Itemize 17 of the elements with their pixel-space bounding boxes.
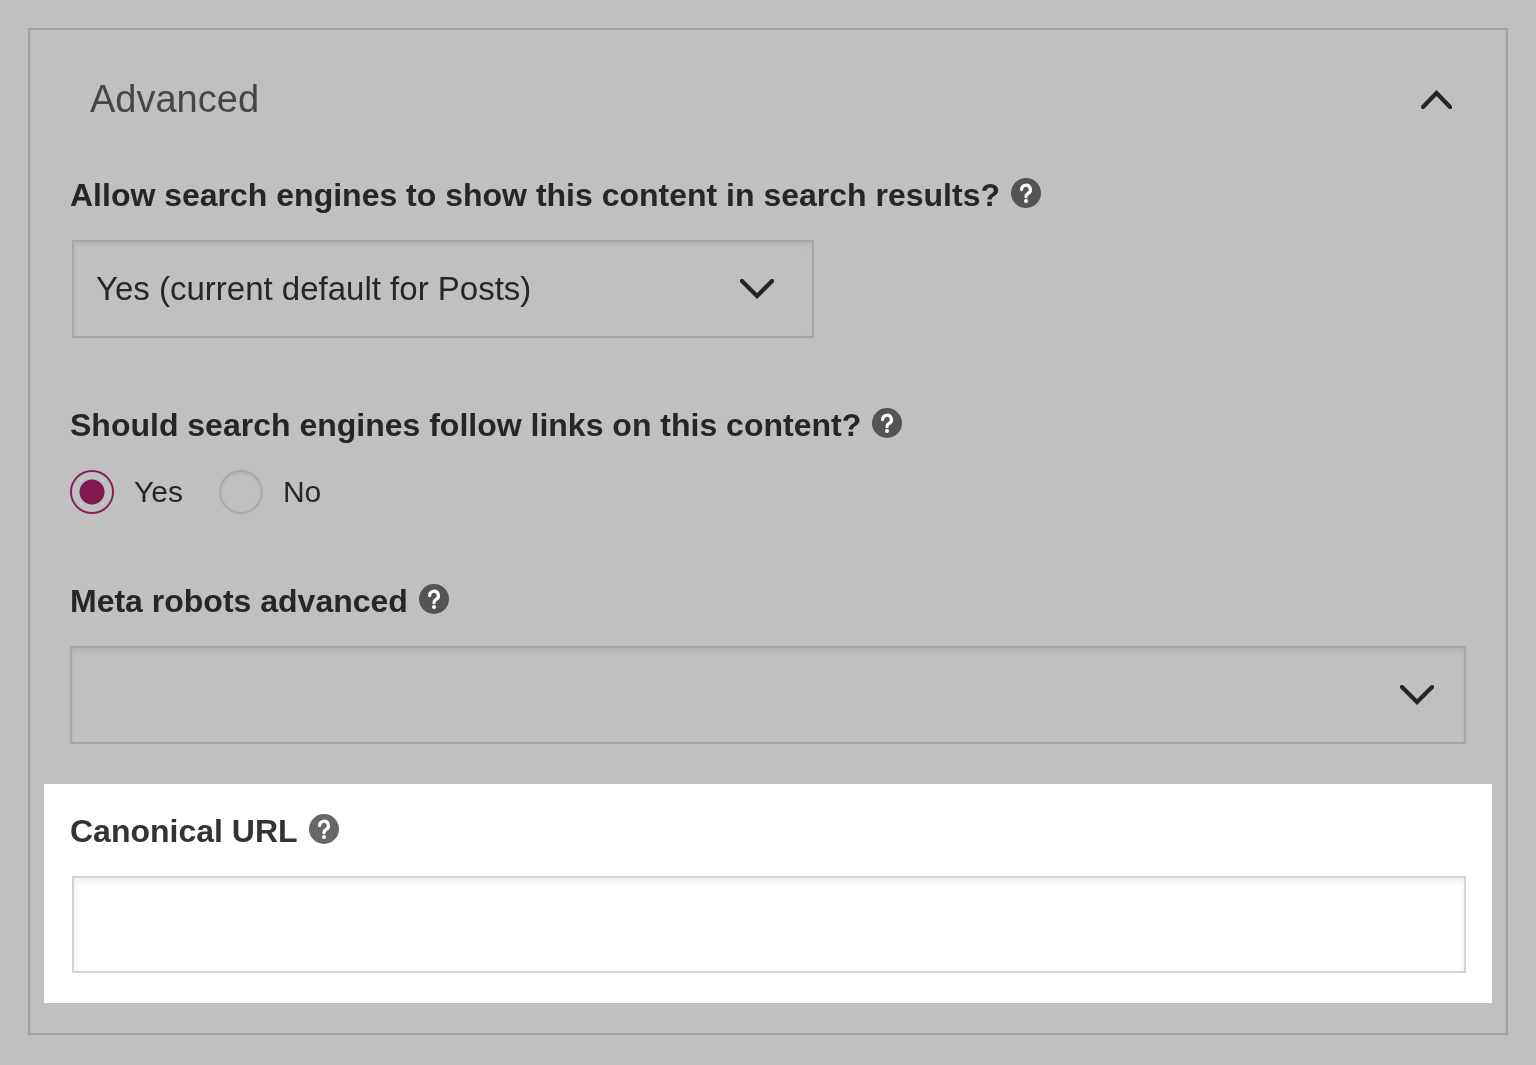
chevron-down-icon[interactable] <box>740 279 774 299</box>
radio-label[interactable]: No <box>282 475 322 509</box>
field-label: Allow search engines to show this content in search results? <box>70 176 1000 214</box>
help-icon[interactable] <box>308 814 339 844</box>
help-icon[interactable] <box>872 408 903 438</box>
help-icon[interactable] <box>418 584 449 614</box>
chevron-down-icon[interactable] <box>1400 685 1434 705</box>
radio-button[interactable] <box>70 470 114 514</box>
section-title: Advanced <box>90 78 259 120</box>
text-input[interactable] <box>72 876 1466 973</box>
field-label: Canonical URL <box>70 812 298 850</box>
help-icon[interactable] <box>1011 178 1041 208</box>
field-label: Should search engines follow links on this content? <box>70 406 862 444</box>
field-label: Meta robots advanced <box>70 582 408 620</box>
dropdown[interactable]: Yes (current default for Posts) <box>72 240 814 338</box>
chevron-up-icon[interactable] <box>1421 89 1452 109</box>
radio-label[interactable]: Yes <box>134 475 183 509</box>
